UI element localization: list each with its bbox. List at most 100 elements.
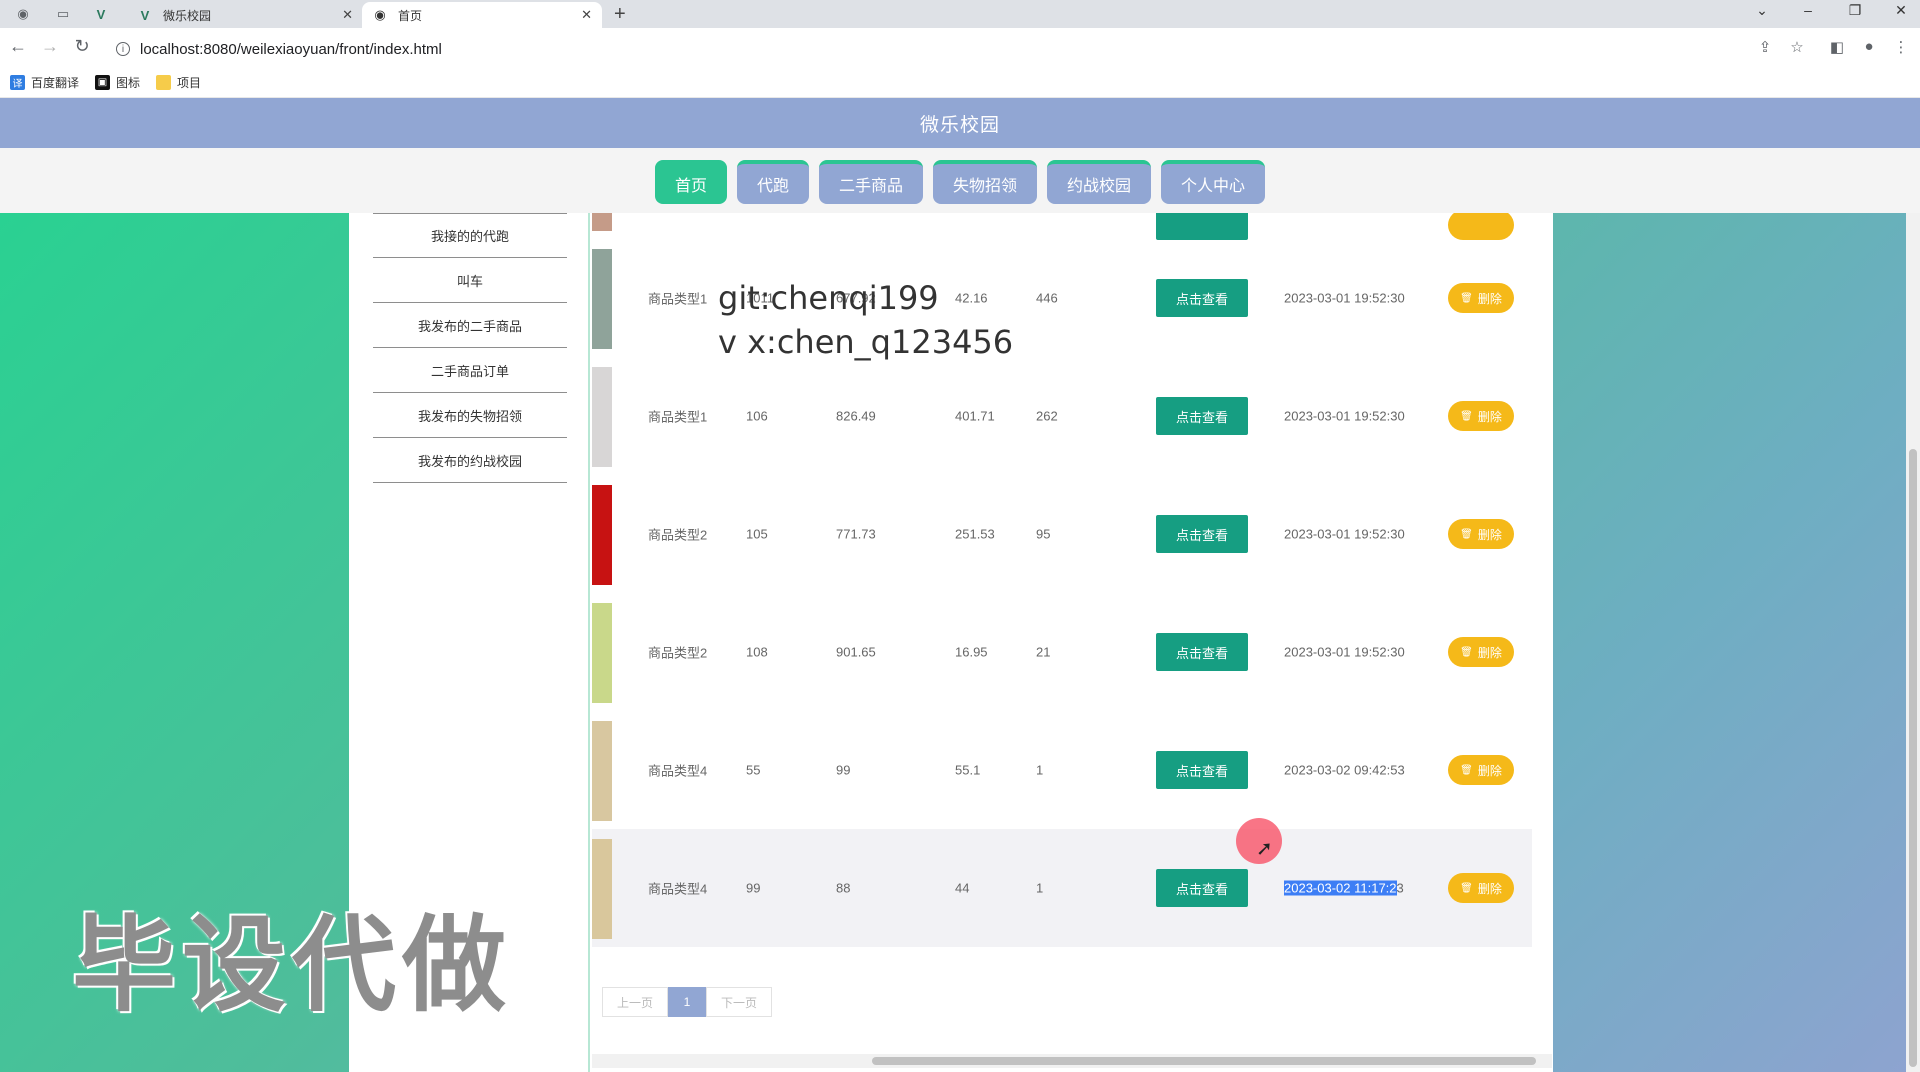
sidebar-divider: [588, 213, 590, 1072]
sidebar-item-my-errands[interactable]: 我接的的代跑: [373, 213, 567, 258]
delete-label: 删除: [1477, 409, 1502, 424]
delete-label: 删除: [1477, 291, 1502, 306]
nav-errand[interactable]: 代跑: [737, 160, 809, 204]
sidebar-item-my-campus-battle[interactable]: 我发布的约战校园: [373, 438, 567, 483]
profile-icon[interactable]: ●: [1858, 38, 1880, 55]
view-button[interactable]: [1156, 213, 1248, 241]
view-button[interactable]: 点击查看: [1156, 751, 1248, 789]
cell-value: 771.73: [836, 526, 876, 542]
cell-value: 95: [1036, 526, 1051, 542]
delete-label: 删除: [1477, 881, 1502, 896]
sidebar-menu: 我接的的代跑 叫车 我发布的二手商品 二手商品订单 我发布的失物招领 我发布的约…: [373, 213, 567, 483]
cell-time: 2023-03-01 19:52:30: [1284, 290, 1405, 306]
trash-icon: 🗑: [1460, 646, 1473, 658]
prev-page-button[interactable]: 上一页: [602, 987, 668, 1017]
cell-value: 55.1: [955, 762, 981, 778]
nav-second-hand[interactable]: 二手商品: [819, 160, 923, 204]
blank-tab-icon[interactable]: ▭: [48, 4, 78, 24]
product-thumbnail[interactable]: [592, 485, 612, 585]
url-field[interactable]: i localhost:8080/weilexiaoyuan/front/ind…: [108, 35, 1768, 63]
tab-title: 首页: [398, 8, 423, 23]
nav-personal-center[interactable]: 个人中心: [1161, 160, 1265, 204]
minimize-icon[interactable]: –: [1788, 2, 1828, 18]
star-icon[interactable]: ☆: [1786, 38, 1808, 56]
globe-icon: ◉: [374, 7, 386, 22]
view-button[interactable]: 点击查看: [1156, 397, 1248, 435]
table-row: 商品类型2 105 771.73 251.53 95 点击查看 2023-03-…: [592, 475, 1532, 593]
view-button[interactable]: 点击查看: [1156, 869, 1248, 907]
vertical-scroll-thumb[interactable]: [1909, 449, 1917, 1067]
cell-type: 商品类型2: [648, 645, 708, 661]
tab-home[interactable]: ◉ 首页 ✕: [362, 2, 602, 28]
nav-home[interactable]: 首页: [655, 160, 727, 204]
product-thumbnail[interactable]: [592, 721, 612, 821]
close-window-icon[interactable]: ✕: [1881, 2, 1920, 19]
watermark-big: 毕设代做: [72, 904, 513, 1026]
forward-icon[interactable]: →: [38, 36, 62, 57]
info-icon[interactable]: i: [116, 42, 130, 56]
back-icon[interactable]: ←: [6, 36, 30, 57]
delete-button[interactable]: 🗑 删除: [1448, 637, 1514, 667]
horizontal-scroll-thumb[interactable]: [872, 1057, 1536, 1065]
cell-time: 2023-03-02 11:17:23: [1284, 880, 1404, 896]
trash-icon: 🗑: [1460, 410, 1473, 422]
next-page-button[interactable]: 下一页: [706, 987, 772, 1017]
delete-button[interactable]: 🗑 删除: [1448, 755, 1514, 785]
share-icon[interactable]: ⇪: [1754, 38, 1776, 56]
trash-icon: 🗑: [1460, 764, 1473, 776]
nav-campus-battle[interactable]: 约战校园: [1047, 160, 1151, 204]
bookmark-baidu-fanyi[interactable]: 译 百度翻译: [10, 74, 79, 91]
close-icon[interactable]: ✕: [342, 7, 353, 23]
cell-value: 1: [1036, 880, 1044, 896]
delete-button[interactable]: 🗑 删除: [1448, 283, 1514, 313]
product-thumbnail[interactable]: [592, 249, 612, 349]
tab-weilexiaoyuan[interactable]: V 微乐校园 ✕: [127, 2, 363, 28]
product-thumbnail[interactable]: [592, 603, 612, 703]
cell-value: 108: [746, 644, 768, 660]
chevron-down-icon[interactable]: ⌄: [1742, 2, 1782, 19]
cell-value: 262: [1036, 408, 1058, 424]
delete-button[interactable]: 🗑 删除: [1448, 519, 1514, 549]
reload-icon[interactable]: ↻: [70, 36, 94, 57]
side-panel-icon[interactable]: ◧: [1826, 38, 1848, 56]
trash-icon: 🗑: [1460, 882, 1473, 894]
product-thumbnail[interactable]: [592, 213, 612, 231]
restore-icon[interactable]: ❐: [1835, 2, 1875, 19]
close-icon[interactable]: ✕: [581, 7, 592, 23]
horizontal-scrollbar[interactable]: [592, 1054, 1552, 1068]
delete-button[interactable]: [1448, 213, 1514, 240]
site-header: 微乐校园: [0, 98, 1920, 148]
nav-lost-found[interactable]: 失物招领: [933, 160, 1037, 204]
delete-label: 删除: [1477, 645, 1502, 660]
cell-value: 1: [1036, 762, 1044, 778]
watermark-git: git:chenqi199 v x:chen_q123456: [718, 276, 1013, 364]
vue-icon[interactable]: V: [86, 4, 116, 24]
site-nav: 首页 代跑 二手商品 失物招领 约战校园 个人中心: [0, 148, 1920, 213]
globe-icon[interactable]: ◉: [8, 4, 38, 24]
menu-dots-icon[interactable]: ⋮: [1890, 38, 1912, 56]
cell-value: 99: [746, 880, 761, 896]
table-row: 商品类型1 106 826.49 401.71 262 点击查看 2023-03…: [592, 357, 1532, 475]
vue-icon: V: [140, 7, 150, 23]
delete-button[interactable]: 🗑 删除: [1448, 401, 1514, 431]
product-thumbnail[interactable]: [592, 839, 612, 939]
view-button[interactable]: 点击查看: [1156, 515, 1248, 553]
delete-button[interactable]: 🗑 删除: [1448, 873, 1514, 903]
product-thumbnail[interactable]: [592, 367, 612, 467]
view-button[interactable]: 点击查看: [1156, 279, 1248, 317]
page-1-button[interactable]: 1: [668, 987, 706, 1017]
bookmark-label: 百度翻译: [31, 76, 80, 90]
new-tab-icon[interactable]: +: [614, 3, 626, 26]
sidebar-item-my-lost-found[interactable]: 我发布的失物招领: [373, 393, 567, 438]
sidebar-item-call-car[interactable]: 叫车: [373, 258, 567, 303]
sidebar-item-second-hand-orders[interactable]: 二手商品订单: [373, 348, 567, 393]
cell-type: 商品类型4: [648, 763, 708, 779]
bookmark-xiangmu[interactable]: 项目: [156, 74, 201, 91]
trash-icon: 🗑: [1460, 292, 1473, 304]
address-bar: ← → ↻ i localhost:8080/weilexiaoyuan/fro…: [0, 28, 1920, 68]
vertical-scrollbar[interactable]: [1906, 213, 1920, 1072]
sidebar-item-my-second-hand[interactable]: 我发布的二手商品: [373, 303, 567, 348]
bookmark-tubiao[interactable]: ▣ 图标: [95, 74, 140, 91]
view-button[interactable]: 点击查看: [1156, 633, 1248, 671]
folder-icon: [156, 75, 172, 90]
